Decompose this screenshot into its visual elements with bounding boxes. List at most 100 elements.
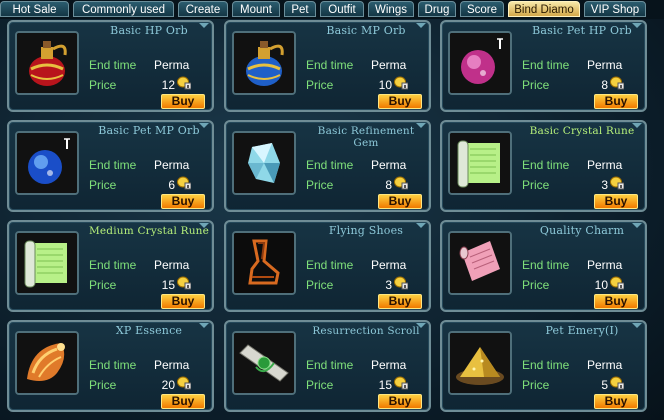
shop-item-card[interactable]: Medium Crystal Rune End time Perma Price… (7, 220, 214, 312)
end-time-value: Perma (587, 358, 623, 372)
tab-outfit[interactable]: Outfit (320, 1, 364, 17)
crystal-gem-icon (234, 133, 294, 193)
buy-button[interactable]: Buy (378, 394, 422, 409)
price-value: 3 (601, 178, 608, 192)
end-time-value: Perma (154, 58, 190, 72)
price-value: 10 (378, 78, 392, 92)
bound-diamond-coin-icon (610, 176, 624, 190)
buy-button[interactable]: Buy (378, 194, 422, 209)
buy-button[interactable]: Buy (378, 294, 422, 309)
buy-button[interactable]: Buy (594, 294, 638, 309)
shop-item-card[interactable]: Resurrection Scroll End time Perma Price… (224, 320, 431, 412)
buy-button[interactable]: Buy (161, 394, 205, 409)
bound-diamond-coin-icon (394, 176, 408, 190)
price-label: Price (306, 278, 334, 292)
end-time-label: End time (522, 158, 570, 172)
price-label: Price (89, 78, 117, 92)
tab-mount[interactable]: Mount (232, 1, 280, 17)
item-icon-frame (448, 131, 512, 195)
tab-vip-shop[interactable]: VIP Shop (584, 1, 646, 17)
end-time-label: End time (306, 258, 354, 272)
shop-window: Hot Sale Commonly used Create Mount Pet … (0, 0, 664, 420)
shop-item-card[interactable]: XP Essence End time Perma Price 20 Buy (7, 320, 214, 412)
item-icon-frame (15, 31, 79, 95)
buy-button[interactable]: Buy (161, 294, 205, 309)
price-label: Price (89, 378, 117, 392)
buy-button[interactable]: Buy (594, 194, 638, 209)
shop-item-card[interactable]: Basic Refinement Gem End time Perma Pric… (224, 120, 431, 212)
end-time-label: End time (89, 358, 137, 372)
price-label: Price (306, 178, 334, 192)
price-label: Price (89, 278, 117, 292)
buy-button[interactable]: Buy (378, 94, 422, 109)
tab-drug[interactable]: Drug (418, 1, 456, 17)
bound-diamond-coin-icon (177, 76, 191, 90)
price-label: Price (522, 78, 550, 92)
price-label: Price (522, 178, 550, 192)
end-time-value: Perma (371, 158, 407, 172)
end-time-label: End time (89, 58, 137, 72)
shoes-icon (234, 233, 294, 293)
item-name: Basic Refinement Gem (317, 125, 415, 149)
tab-create[interactable]: Create (178, 1, 228, 17)
buy-button[interactable]: Buy (594, 394, 638, 409)
shop-item-card[interactable]: Basic Pet MP Orb End time Perma Price 6 … (7, 120, 214, 212)
end-time-label: End time (306, 158, 354, 172)
item-name: Basic MP Orb (326, 24, 406, 37)
blue-orb-icon (17, 133, 77, 193)
end-time-label: End time (306, 58, 354, 72)
item-name: Basic Crystal Rune (529, 125, 635, 137)
shop-item-card[interactable]: Basic Crystal Rune End time Perma Price … (440, 120, 647, 212)
tab-bind-diamo[interactable]: Bind Diamo (508, 1, 580, 17)
end-time-value: Perma (371, 358, 407, 372)
price-label: Price (306, 378, 334, 392)
white-scroll-icon (234, 333, 294, 393)
end-time-label: End time (89, 258, 137, 272)
end-time-value: Perma (154, 358, 190, 372)
shop-item-card[interactable]: Pet Emery(I) End time Perma Price 5 Buy (440, 320, 647, 412)
item-name: Quality Charm (539, 224, 625, 237)
price-label: Price (522, 278, 550, 292)
price-value: 8 (601, 78, 608, 92)
item-name: Resurrection Scroll (312, 325, 420, 337)
item-icon-frame (15, 331, 79, 395)
price-value: 8 (385, 178, 392, 192)
bound-diamond-coin-icon (610, 276, 624, 290)
price-value: 15 (378, 378, 392, 392)
shop-item-card[interactable]: Quality Charm End time Perma Price 10 Bu… (440, 220, 647, 312)
buy-button[interactable]: Buy (594, 94, 638, 109)
item-name: Basic Pet HP Orb (532, 24, 632, 37)
tab-commonly-used[interactable]: Commonly used (73, 1, 174, 17)
item-icon-frame (232, 131, 296, 195)
shop-item-card[interactable]: Basic HP Orb End time Perma Price 12 Buy (7, 20, 214, 112)
gold-pile-icon (450, 333, 510, 393)
green-scroll-icon (450, 133, 510, 193)
blue-potion-icon (234, 33, 294, 93)
item-icon-frame (232, 331, 296, 395)
buy-button[interactable]: Buy (161, 194, 205, 209)
red-potion-icon (17, 33, 77, 93)
item-icon-frame (448, 231, 512, 295)
shop-item-card[interactable]: Flying Shoes End time Perma Price 3 Buy (224, 220, 431, 312)
price-label: Price (89, 178, 117, 192)
tab-score[interactable]: Score (460, 1, 504, 17)
end-time-value: Perma (154, 158, 190, 172)
bound-diamond-coin-icon (394, 76, 408, 90)
item-icon-frame (448, 31, 512, 95)
conch-icon (17, 333, 77, 393)
end-time-label: End time (306, 358, 354, 372)
item-icon-frame (15, 231, 79, 295)
shop-item-card[interactable]: Basic Pet HP Orb End time Perma Price 8 … (440, 20, 647, 112)
item-name: Pet Emery(I) (545, 324, 619, 337)
shop-item-card[interactable]: Basic MP Orb End time Perma Price 10 Buy (224, 20, 431, 112)
bound-diamond-coin-icon (610, 376, 624, 390)
end-time-label: End time (522, 58, 570, 72)
pink-scroll-icon (450, 233, 510, 293)
tab-pet[interactable]: Pet (284, 1, 316, 17)
bound-diamond-coin-icon (394, 276, 408, 290)
tab-hot-sale[interactable]: Hot Sale (0, 1, 69, 17)
end-time-label: End time (522, 258, 570, 272)
tab-wings[interactable]: Wings (368, 1, 414, 17)
price-value: 15 (161, 278, 175, 292)
buy-button[interactable]: Buy (161, 94, 205, 109)
